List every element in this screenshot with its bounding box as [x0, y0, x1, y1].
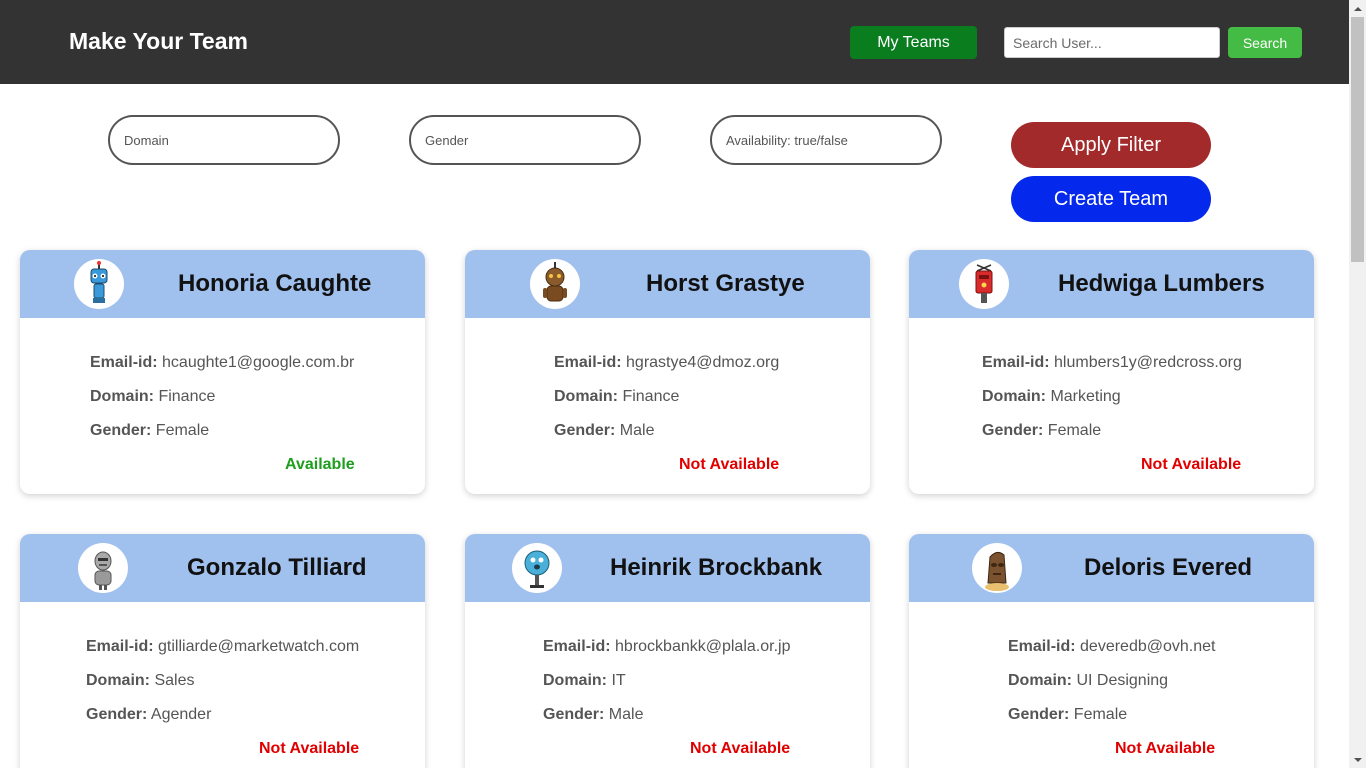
availability-status: Not Available — [1141, 456, 1242, 473]
domain-value: IT — [611, 672, 626, 689]
email-line: Email-id: hbrockbankk@plala.or.jp — [543, 638, 791, 655]
card-header: Horst Grastye — [465, 250, 870, 318]
gray-robot-icon — [78, 543, 128, 593]
domain-line: Domain: IT — [543, 672, 626, 689]
navbar: Make Your Team My Teams Search — [0, 0, 1349, 84]
domain-line: Domain: Sales — [86, 672, 195, 689]
availability-status: Not Available — [1115, 740, 1216, 757]
user-name: Deloris Evered — [1084, 554, 1253, 581]
user-name: Heinrik Brockbank — [610, 554, 823, 581]
domain-value: Finance — [622, 388, 680, 405]
email-line: Email-id: gtilliarde@marketwatch.com — [86, 638, 360, 655]
scrollbar-thumb[interactable] — [1351, 17, 1364, 262]
blue-robot-icon — [74, 259, 124, 309]
user-name: Horst Grastye — [646, 270, 805, 297]
email-value: hlumbers1y@redcross.org — [1054, 354, 1242, 371]
my-teams-button[interactable]: My Teams — [850, 26, 977, 59]
email-value: hbrockbankk@plala.or.jp — [615, 638, 791, 655]
gender-value: Male — [619, 422, 655, 439]
user-card[interactable]: Hedwiga Lumbers Email-id: hlumbers1y@red… — [909, 250, 1314, 494]
availability-status: Not Available — [679, 456, 780, 473]
gender-filter-input[interactable] — [409, 115, 641, 165]
user-name: Honoria Caughte — [178, 270, 372, 297]
card-header: Gonzalo Tilliard — [20, 534, 425, 602]
gender-line: Gender: Male — [554, 422, 655, 439]
scroll-down-arrow-icon[interactable] — [1349, 751, 1366, 768]
user-card[interactable]: Horst Grastye Email-id: hgrastye4@dmoz.o… — [465, 250, 870, 494]
domain-line: Domain: Marketing — [982, 388, 1121, 405]
gender-value: Female — [155, 422, 210, 439]
gender-line: Gender: Male — [543, 706, 644, 723]
domain-value: Finance — [158, 388, 216, 405]
gender-value: Female — [1073, 706, 1128, 723]
card-header: Honoria Caughte — [20, 250, 425, 318]
availability-status: Not Available — [259, 740, 360, 757]
brown-head-robot-icon — [972, 543, 1022, 593]
user-card[interactable]: Gonzalo Tilliard Email-id: gtilliarde@ma… — [20, 534, 425, 768]
brand-title: Make Your Team — [69, 28, 248, 54]
email-value: gtilliarde@marketwatch.com — [158, 638, 360, 655]
domain-line: Domain: UI Designing — [1008, 672, 1169, 689]
gender-line: Gender: Female — [1008, 706, 1128, 723]
brown-robot-icon — [530, 259, 580, 309]
gender-line: Gender: Agender — [86, 706, 212, 723]
create-team-button[interactable]: Create Team — [1011, 176, 1211, 222]
search-button[interactable]: Search — [1228, 27, 1302, 58]
domain-line: Domain: Finance — [554, 388, 680, 405]
domain-value: UI Designing — [1076, 672, 1169, 689]
red-robot-icon — [959, 259, 1009, 309]
user-card[interactable]: Heinrik Brockbank Email-id: hbrockbankk@… — [465, 534, 870, 768]
teal-robot-icon — [512, 543, 562, 593]
email-line: Email-id: hgrastye4@dmoz.org — [554, 354, 780, 371]
card-header: Heinrik Brockbank — [465, 534, 870, 602]
vertical-scrollbar[interactable] — [1349, 0, 1366, 768]
domain-value: Marketing — [1050, 388, 1121, 405]
search-user-input[interactable] — [1004, 27, 1220, 58]
availability-status: Not Available — [690, 740, 791, 757]
scroll-up-arrow-icon[interactable] — [1349, 0, 1366, 17]
email-line: Email-id: deveredb@ovh.net — [1008, 638, 1216, 655]
email-value: hcaughte1@google.com.br — [162, 354, 355, 371]
availability-filter-input[interactable] — [710, 115, 942, 165]
user-name: Hedwiga Lumbers — [1058, 270, 1265, 297]
email-line: Email-id: hcaughte1@google.com.br — [90, 354, 355, 371]
card-header: Hedwiga Lumbers — [909, 250, 1314, 318]
domain-filter-input[interactable] — [108, 115, 340, 165]
email-value: deveredb@ovh.net — [1080, 638, 1216, 655]
gender-value: Agender — [150, 706, 212, 723]
card-header: Deloris Evered — [909, 534, 1314, 602]
user-card[interactable]: Deloris Evered Email-id: deveredb@ovh.ne… — [909, 534, 1314, 768]
gender-line: Gender: Female — [90, 422, 210, 439]
user-name: Gonzalo Tilliard — [187, 554, 367, 581]
email-value: hgrastye4@dmoz.org — [626, 354, 780, 371]
domain-value: Sales — [154, 672, 195, 689]
apply-filter-button[interactable]: Apply Filter — [1011, 122, 1211, 168]
availability-status: Available — [285, 456, 355, 473]
gender-line: Gender: Female — [982, 422, 1102, 439]
gender-value: Male — [608, 706, 644, 723]
email-line: Email-id: hlumbers1y@redcross.org — [982, 354, 1242, 371]
domain-line: Domain: Finance — [90, 388, 216, 405]
gender-value: Female — [1047, 422, 1102, 439]
user-card[interactable]: Honoria Caughte Email-id: hcaughte1@goog… — [20, 250, 425, 494]
